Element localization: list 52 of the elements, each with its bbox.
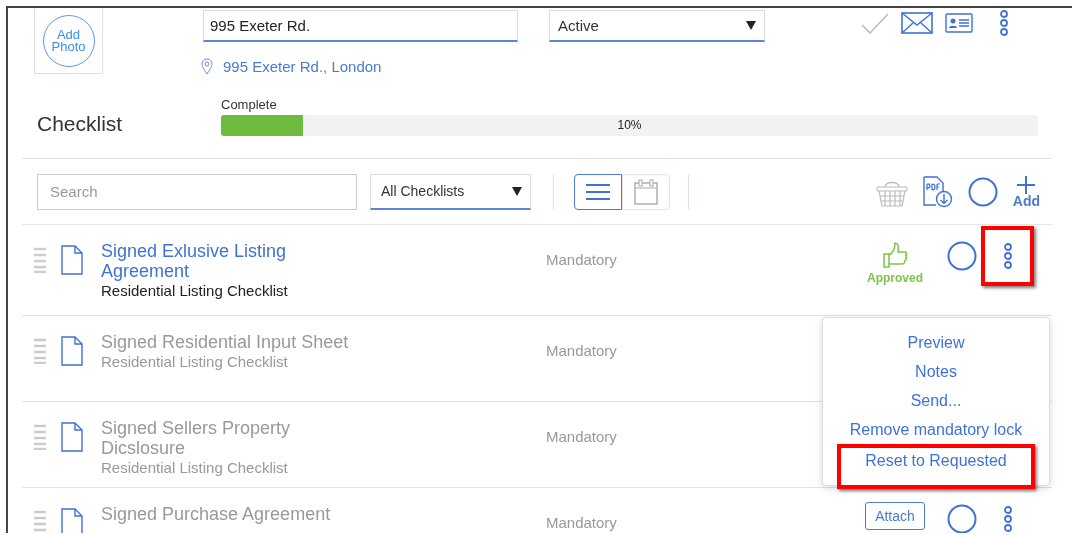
caret-icon xyxy=(746,21,756,30)
requirement-label: Mandatory xyxy=(546,251,617,268)
menu-item[interactable]: Remove mandatory lock xyxy=(849,419,1023,448)
search-field[interactable]: Search xyxy=(37,173,357,210)
status-select[interactable]: Active xyxy=(549,10,765,42)
drag-handle-icon[interactable] xyxy=(34,510,46,533)
plus-icon xyxy=(1017,175,1036,194)
circle-icon[interactable] xyxy=(947,241,977,271)
checklist-name: Residential Listing Checklist xyxy=(101,281,289,300)
document-title[interactable]: Signed Purchase Agreement xyxy=(101,504,351,524)
progress-label: Complete xyxy=(221,97,278,112)
approved-status: Approved xyxy=(867,271,923,285)
drag-handle-icon[interactable] xyxy=(34,338,46,364)
menu-item[interactable]: Preview xyxy=(907,332,965,361)
attach-button[interactable]: Attach xyxy=(865,502,925,530)
address-field[interactable]: 995 Exeter Rd. xyxy=(203,10,518,42)
location-pin-icon xyxy=(201,58,213,75)
contact-card-icon[interactable] xyxy=(945,12,973,34)
checklist-name: Residential Listing Checklist xyxy=(101,458,289,477)
location-link[interactable]: 995 Exeter Rd., London xyxy=(223,58,382,75)
document-icon xyxy=(61,336,83,366)
document-icon xyxy=(61,508,83,533)
check-icon[interactable] xyxy=(861,12,889,34)
list-icon xyxy=(585,182,611,201)
list-view-button[interactable] xyxy=(574,173,622,210)
more-icon[interactable] xyxy=(1002,506,1013,532)
requirement-label: Mandatory xyxy=(546,342,617,359)
checklist-name: Residential Listing Checklist xyxy=(101,352,289,371)
document-title[interactable]: Signed Residential Input Sheet xyxy=(101,332,351,352)
drag-handle-icon[interactable] xyxy=(34,424,46,450)
pdf-download-icon[interactable] xyxy=(922,175,953,208)
mail-icon[interactable] xyxy=(901,12,933,34)
document-title[interactable]: Signed Exlusive Listing Agreement xyxy=(101,241,351,281)
requirement-label: Mandatory xyxy=(546,514,617,531)
calendar-icon xyxy=(634,178,658,205)
drag-handle-icon[interactable] xyxy=(34,247,46,273)
caret-icon xyxy=(512,186,522,196)
document-title[interactable]: Signed Sellers Property Dicslosure xyxy=(101,418,351,458)
progress-reading: 10% xyxy=(617,118,642,132)
more-icon[interactable] xyxy=(1002,243,1013,269)
document-icon xyxy=(61,245,83,275)
thumbs-up-icon xyxy=(882,241,908,269)
menu-item[interactable]: Notes xyxy=(915,361,957,390)
requirement-label: Mandatory xyxy=(546,428,617,445)
section-title: Checklist xyxy=(37,112,124,136)
document-icon xyxy=(61,422,83,452)
checklist-filter-select[interactable]: All Checklists xyxy=(370,173,531,210)
menu-item[interactable]: Send... xyxy=(910,390,962,419)
circle-icon[interactable] xyxy=(967,176,998,207)
more-icon[interactable] xyxy=(999,10,1009,36)
add-button[interactable]: Add xyxy=(1012,175,1040,208)
menu-item[interactable]: Reset to Requested xyxy=(865,450,1007,479)
